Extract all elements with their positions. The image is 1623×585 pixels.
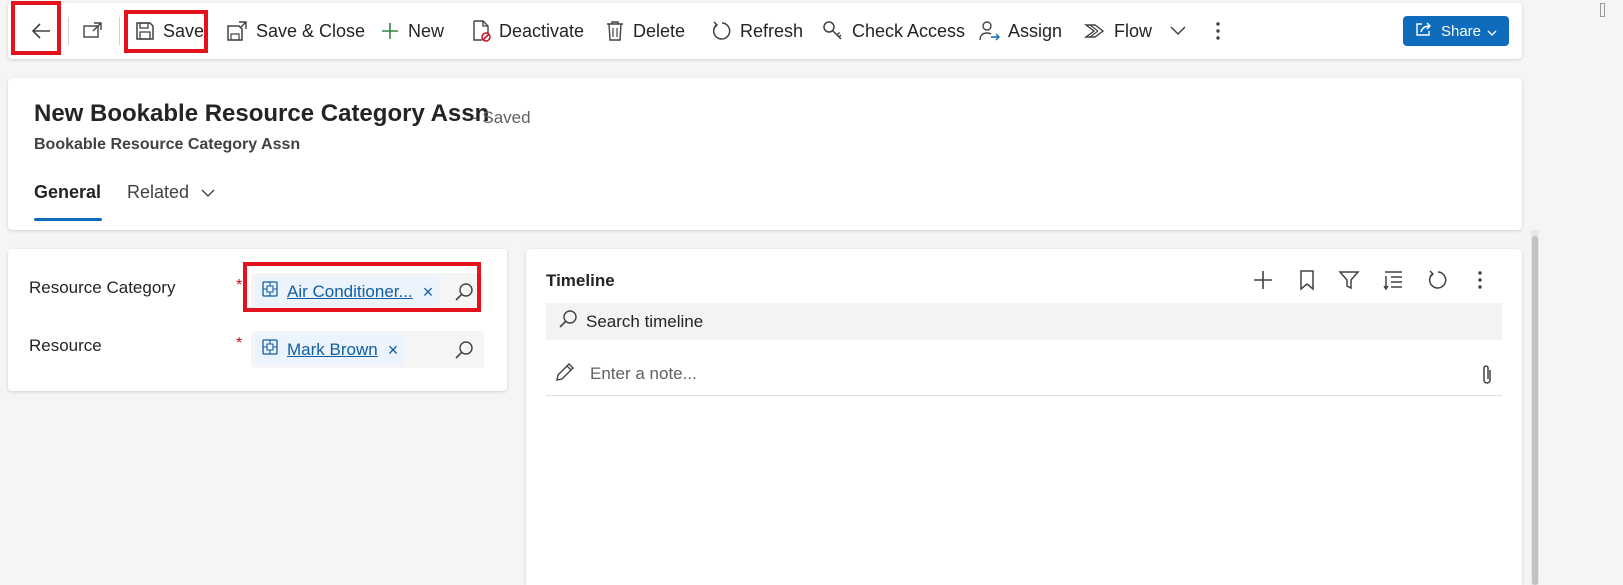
save-button-highlight: [124, 10, 208, 53]
share-label: Share: [1440, 22, 1482, 40]
flow-label: Flow: [1114, 20, 1153, 41]
assign-label: Assign: [1008, 20, 1063, 41]
save-close-icon: [226, 20, 248, 42]
new-label: New: [408, 20, 445, 41]
share-icon: [1415, 21, 1433, 41]
selected-tab-indicator: [34, 218, 102, 221]
more-vertical-icon: [1215, 21, 1221, 41]
back-button-highlight: [11, 1, 61, 55]
search-icon[interactable]: [454, 340, 474, 365]
trash-icon: [605, 20, 625, 42]
open-in-new-window-button[interactable]: [82, 3, 104, 59]
resource-link[interactable]: Mark Brown: [287, 340, 378, 360]
check-access-button[interactable]: Check Access: [822, 3, 965, 59]
more-commands-button[interactable]: [1215, 3, 1221, 59]
deactivate-button[interactable]: Deactivate: [471, 3, 584, 59]
tab-general[interactable]: General: [34, 182, 101, 203]
window-edge-marker: [1600, 3, 1605, 17]
key-icon: [822, 20, 844, 42]
deactivate-label: Deactivate: [499, 20, 585, 41]
deactivate-icon: [471, 20, 491, 42]
tab-general-label: General: [34, 182, 102, 202]
timeline-search-placeholder: Search timeline: [586, 311, 704, 331]
delete-label: Delete: [633, 20, 686, 41]
resource-category-label: Resource Category: [29, 278, 176, 297]
toolbar-divider: [68, 17, 69, 45]
search-icon: [558, 309, 578, 334]
refresh-icon: [710, 20, 732, 42]
resource-tag[interactable]: Mark Brown ×: [255, 334, 405, 365]
note-input[interactable]: Enter a note...: [546, 353, 1502, 396]
flow-button[interactable]: Flow: [1084, 3, 1186, 59]
timeline-panel: Timeline Search timeline Enter a note...: [526, 249, 1522, 585]
refresh-label: Refresh: [740, 20, 804, 41]
delete-button[interactable]: Delete: [605, 3, 685, 59]
puzzle-entity-icon: [261, 338, 279, 361]
add-icon[interactable]: [1252, 269, 1274, 296]
check-access-label: Check Access: [852, 20, 966, 41]
filter-icon[interactable]: [1338, 269, 1360, 296]
refresh-icon[interactable]: [1426, 269, 1448, 296]
save-and-close-button[interactable]: Save & Close: [226, 3, 365, 59]
chevron-down-icon: [1487, 23, 1497, 40]
tab-related[interactable]: Related: [127, 182, 215, 203]
page-title: New Bookable Resource Category Assn: [34, 100, 490, 127]
chevron-down-icon[interactable]: [1170, 26, 1186, 36]
required-indicator: *: [236, 277, 243, 294]
resource-category-highlight: [243, 262, 481, 312]
toolbar-divider: [119, 17, 120, 45]
flow-icon: [1084, 20, 1106, 42]
resource-label: Resource: [29, 336, 102, 355]
record-header: New Bookable Resource Category Assn - Sa…: [8, 78, 1522, 230]
more-vertical-icon[interactable]: [1477, 269, 1483, 296]
command-bar: Save Save & Close New Deactivate Delete …: [8, 3, 1522, 59]
share-button[interactable]: Share: [1403, 16, 1509, 46]
assign-person-icon: [978, 20, 1000, 42]
new-button[interactable]: New: [380, 3, 444, 59]
timeline-search-input[interactable]: Search timeline: [546, 303, 1502, 340]
open-in-new-window-icon: [82, 20, 104, 42]
bookmark-icon[interactable]: [1298, 269, 1316, 296]
required-indicator: *: [236, 335, 243, 352]
save-status: - Saved: [472, 108, 531, 127]
plus-icon: [380, 21, 400, 41]
entity-name: Bookable Resource Category Assn: [34, 136, 301, 153]
resource-lookup[interactable]: Mark Brown ×: [251, 331, 484, 368]
timeline-title: Timeline: [546, 271, 615, 290]
scrollbar-thumb[interactable]: [1532, 236, 1538, 585]
remove-resource-button[interactable]: ×: [388, 341, 399, 359]
assign-button[interactable]: Assign: [978, 3, 1062, 59]
note-placeholder: Enter a note...: [590, 364, 697, 383]
pencil-icon: [554, 361, 576, 388]
refresh-button[interactable]: Refresh: [710, 3, 803, 59]
tab-related-label: Related: [127, 182, 190, 202]
paperclip-icon[interactable]: [1480, 364, 1494, 391]
save-close-label: Save & Close: [256, 20, 366, 41]
sort-list-icon[interactable]: [1382, 269, 1404, 296]
chevron-down-icon: [201, 182, 215, 203]
